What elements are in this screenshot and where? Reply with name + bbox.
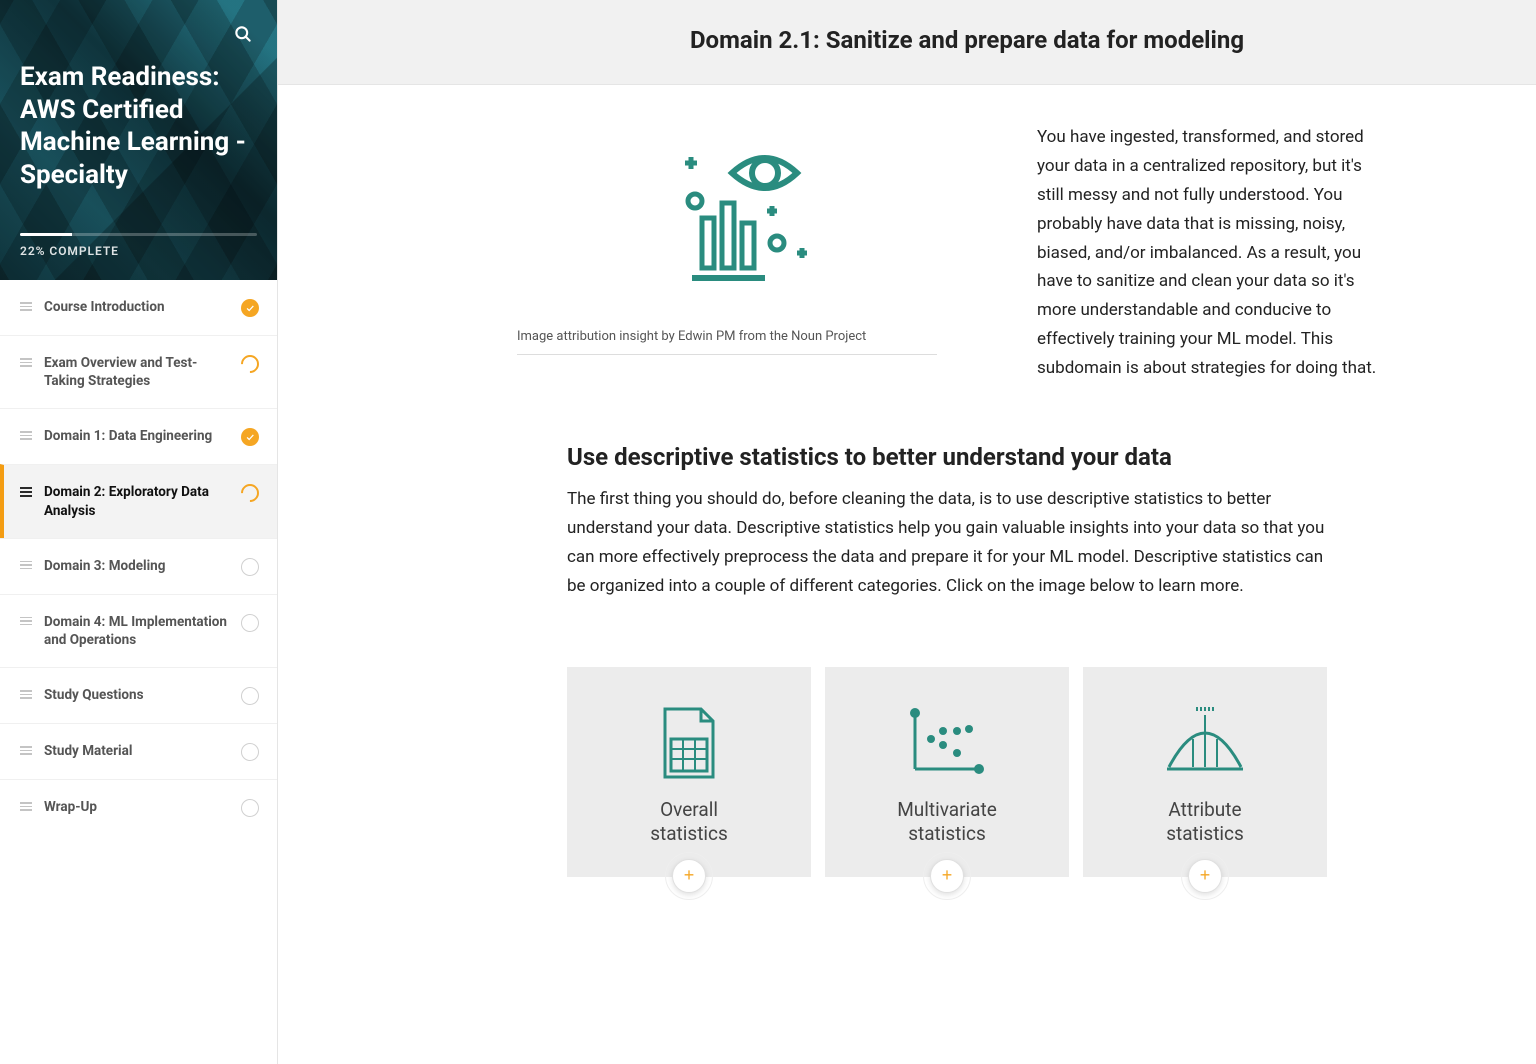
main-content: Domain 2.1: Sanitize and prepare data fo… (278, 0, 1536, 1064)
nav-item[interactable]: Study Questions (0, 667, 277, 723)
menu-lines-icon (20, 617, 32, 626)
nav-item[interactable]: Domain 4: ML Implementation and Operatio… (0, 594, 277, 667)
search-icon (233, 24, 253, 44)
distribution-icon (1163, 698, 1247, 788)
expand-button[interactable]: + (672, 859, 706, 893)
status-partial-icon (237, 351, 262, 376)
sidebar: Exam Readiness: AWS Certified Machine Le… (0, 0, 278, 1064)
nav-item-label: Study Material (44, 742, 229, 760)
sidebar-hero: Exam Readiness: AWS Certified Machine Le… (0, 0, 277, 280)
nav-item-label: Course Introduction (44, 298, 229, 316)
intro-figure: Image attribution insight by Edwin PM fr… (517, 123, 957, 355)
menu-lines-icon (20, 487, 32, 497)
status-empty-icon (241, 558, 259, 576)
nav-item-label: Wrap-Up (44, 798, 229, 816)
intro-section: Image attribution insight by Edwin PM fr… (377, 85, 1437, 937)
menu-lines-icon (20, 431, 32, 440)
status-done-icon (241, 299, 259, 317)
status-empty-icon (241, 614, 259, 632)
status-empty-icon (241, 799, 259, 817)
card-row: Overallstatistics+Multivariatestatistics… (567, 631, 1327, 937)
nav-item[interactable]: Study Material (0, 723, 277, 779)
page-title: Domain 2.1: Sanitize and prepare data fo… (318, 26, 1496, 54)
nav-item-label: Domain 1: Data Engineering (44, 427, 229, 445)
nav-item-label: Exam Overview and Test-Taking Strategies (44, 354, 229, 390)
card-label: Multivariatestatistics (897, 798, 997, 846)
expand-button[interactable]: + (930, 859, 964, 893)
status-empty-icon (241, 687, 259, 705)
menu-lines-icon (20, 358, 32, 367)
menu-lines-icon (20, 690, 32, 699)
menu-lines-icon (20, 746, 32, 755)
course-title: Exam Readiness: AWS Certified Machine Le… (20, 61, 257, 191)
nav-item[interactable]: Domain 3: Modeling (0, 538, 277, 594)
search-button[interactable] (229, 20, 257, 51)
nav-item-label: Domain 2: Exploratory Data Analysis (44, 483, 229, 519)
nav-list: Course Introduction Exam Overview and Tes… (0, 280, 277, 835)
nav-item-label: Domain 4: ML Implementation and Operatio… (44, 613, 229, 649)
nav-item[interactable]: Exam Overview and Test-Taking Strategies (0, 335, 277, 408)
nav-item-label: Study Questions (44, 686, 229, 704)
menu-lines-icon (20, 561, 32, 570)
nav-item[interactable]: Wrap-Up (0, 779, 277, 835)
status-partial-icon (237, 481, 262, 506)
status-empty-icon (241, 743, 259, 761)
status-done-icon (241, 428, 259, 446)
expand-button[interactable]: + (1188, 859, 1222, 893)
nav-item[interactable]: Domain 1: Data Engineering (0, 408, 277, 464)
progress-label: 22% COMPLETE (20, 244, 257, 258)
card-label: Attributestatistics (1166, 798, 1244, 846)
stat-card[interactable]: Attributestatistics+ (1083, 667, 1327, 877)
progress-indicator: 22% COMPLETE (20, 233, 257, 258)
menu-lines-icon (20, 802, 32, 811)
section-body: The first thing you should do, before cl… (567, 485, 1327, 601)
card-label: Overallstatistics (650, 798, 728, 846)
stat-card[interactable]: Multivariatestatistics+ (825, 667, 1069, 877)
nav-item[interactable]: Course Introduction (0, 280, 277, 335)
intro-caption: Image attribution insight by Edwin PM fr… (517, 323, 937, 355)
menu-lines-icon (20, 302, 32, 311)
insight-icon (637, 133, 837, 303)
intro-text: You have ingested, transformed, and stor… (1037, 123, 1377, 383)
page-header: Domain 2.1: Sanitize and prepare data fo… (278, 0, 1536, 85)
section-subheading: Use descriptive statistics to better und… (567, 443, 1327, 471)
nav-item-label: Domain 3: Modeling (44, 557, 229, 575)
scatter-plot-icon (907, 698, 987, 788)
nav-item[interactable]: Domain 2: Exploratory Data Analysis (0, 464, 277, 537)
stat-card[interactable]: Overallstatistics+ (567, 667, 811, 877)
spreadsheet-icon (657, 698, 721, 788)
